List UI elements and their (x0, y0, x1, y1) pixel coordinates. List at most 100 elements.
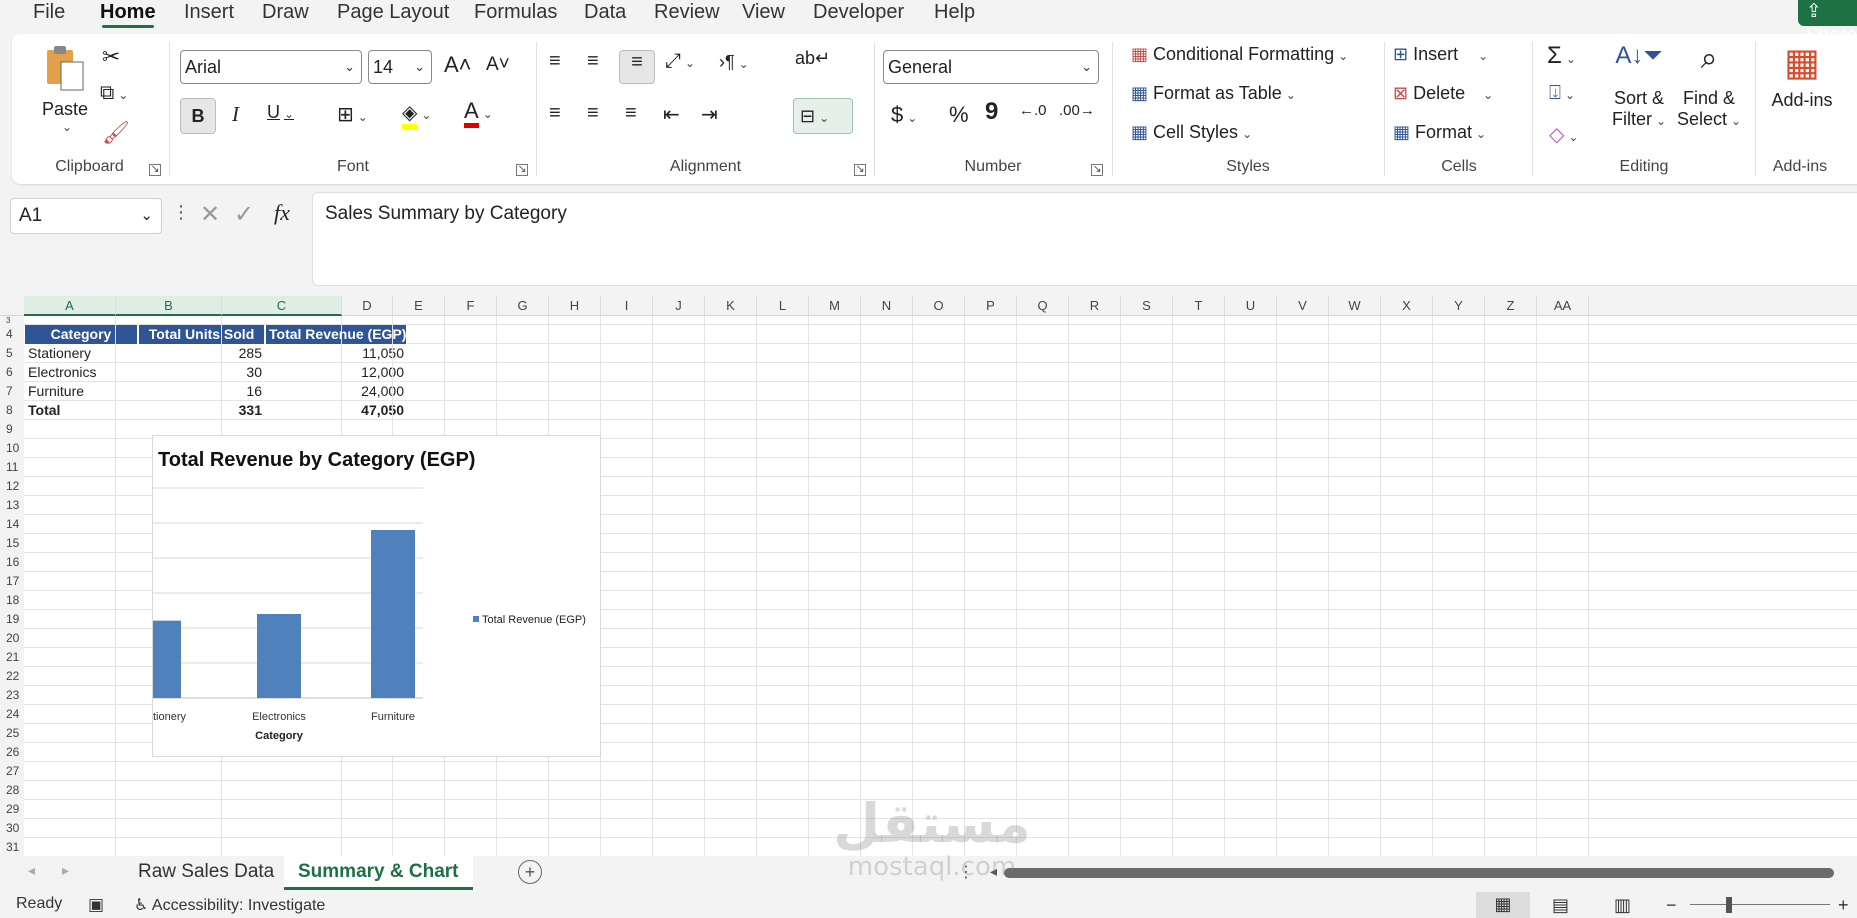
chart-bar-stationery[interactable] (153, 620, 181, 698)
font-color-button[interactable]: A ⌄ (464, 98, 493, 128)
merge-center-button[interactable]: ⊟ ⌄ (793, 98, 853, 134)
delete-cells-button[interactable]: ⊠ Delete ⌄ (1393, 83, 1493, 104)
clear-button[interactable]: ◇ ⌄ (1549, 122, 1578, 147)
column-header[interactable]: F (445, 296, 497, 316)
row-header[interactable]: 11 (0, 458, 24, 477)
row-header[interactable]: 3 (0, 316, 24, 325)
row-header[interactable]: 25 (0, 724, 24, 743)
align-bottom-button[interactable]: ≡ (619, 50, 655, 84)
menu-home[interactable]: Home (100, 0, 156, 28)
macro-record-icon[interactable]: ▣ (88, 895, 104, 915)
page-break-view-icon[interactable]: ▥ (1614, 895, 1631, 916)
table-header-units[interactable]: Total Units Sold (139, 325, 265, 344)
format-as-table-button[interactable]: ▦ Format as Table ⌄ (1131, 83, 1296, 104)
tab-splitter-icon[interactable]: ⋮ (958, 862, 974, 882)
row-header[interactable]: 21 (0, 648, 24, 667)
row-header[interactable]: 18 (0, 591, 24, 610)
table-cell[interactable]: 24,000 (266, 382, 407, 401)
zoom-slider[interactable] (1690, 904, 1830, 905)
row-header[interactable]: 7 (0, 382, 24, 401)
row-header[interactable]: 14 (0, 515, 24, 534)
row-header[interactable]: 4 (0, 325, 24, 344)
column-header[interactable]: J (653, 296, 705, 316)
fill-button[interactable]: ⍗ ⌄ (1549, 82, 1575, 105)
fill-color-button[interactable]: ◈ ⌄ (402, 100, 431, 129)
column-header[interactable]: X (1381, 296, 1433, 316)
borders-button[interactable]: ⊞ ⌄ (337, 102, 368, 127)
table-total-label[interactable]: Total (25, 401, 138, 420)
scrollbar-thumb[interactable] (1004, 868, 1834, 878)
column-header[interactable]: C (222, 296, 342, 316)
zoom-in-icon[interactable]: + (1838, 895, 1849, 916)
scroll-left-icon[interactable]: ◂ (990, 863, 997, 880)
row-header[interactable]: 28 (0, 781, 24, 800)
row-header[interactable]: 9 (0, 420, 24, 439)
table-total-revenue[interactable]: 47,050 (266, 401, 407, 420)
chart-bar-furniture[interactable] (371, 530, 415, 698)
table-cell[interactable]: 285 (139, 344, 265, 363)
page-layout-view-icon[interactable]: ▤ (1552, 895, 1569, 916)
column-header[interactable]: E (393, 296, 445, 316)
column-header[interactable]: Q (1017, 296, 1069, 316)
find-select-button[interactable]: ⌕ Find & Select ⌄ (1677, 42, 1741, 130)
cancel-icon[interactable]: ✕ (200, 200, 220, 229)
font-name-select[interactable]: Arial ⌄ (180, 50, 362, 84)
sheet-tab-raw-sales-data[interactable]: Raw Sales Data (124, 856, 288, 890)
decrease-indent-button[interactable]: ⇤ (663, 102, 680, 127)
table-cell[interactable]: Stationery (25, 344, 138, 363)
check-icon[interactable]: ✓ (234, 200, 254, 229)
column-header[interactable]: V (1277, 296, 1329, 316)
comma-style-button[interactable]: 9 (985, 98, 998, 126)
increase-decimal-button[interactable]: ←.0 (1019, 102, 1047, 119)
table-cell[interactable]: Electronics (25, 363, 138, 382)
menu-file[interactable]: File (33, 0, 65, 28)
normal-view-icon[interactable]: ▦ (1476, 892, 1530, 918)
align-center-button[interactable]: ≡ (587, 102, 599, 125)
italic-button[interactable]: I (232, 102, 239, 127)
column-header[interactable]: U (1225, 296, 1277, 316)
align-middle-button[interactable]: ≡ (587, 50, 599, 73)
row-header[interactable]: 27 (0, 762, 24, 781)
orientation-button[interactable]: ⤢ ⌄ (665, 50, 695, 73)
menu-page-layout[interactable]: Page Layout (337, 0, 449, 28)
table-cell[interactable]: 30 (139, 363, 265, 382)
currency-button[interactable]: $ ⌄ (891, 102, 917, 128)
row-header[interactable]: 13 (0, 496, 24, 515)
decrease-decimal-button[interactable]: .00→ (1059, 102, 1095, 119)
insert-function-icon[interactable]: fx (274, 200, 290, 226)
menu-insert[interactable]: Insert (184, 0, 234, 28)
column-header[interactable]: T (1173, 296, 1225, 316)
bold-button[interactable]: B (180, 98, 216, 134)
column-header[interactable]: H (549, 296, 601, 316)
column-header[interactable]: Z (1485, 296, 1537, 316)
scroll-tabs-right-icon[interactable]: ▸ (62, 862, 69, 879)
row-header[interactable]: 15 (0, 534, 24, 553)
table-header-revenue[interactable]: Total Revenue (EGP) (266, 325, 407, 344)
horizontal-scrollbar[interactable]: ◂ (990, 863, 1850, 880)
table-total-units[interactable]: 331 (139, 401, 265, 420)
formula-input[interactable]: Sales Summary by Category (312, 192, 1857, 286)
row-header[interactable]: 29 (0, 800, 24, 819)
format-painter-button[interactable]: 🖌 (102, 120, 130, 146)
row-header[interactable]: 5 (0, 344, 24, 363)
increase-font-size-button[interactable]: A˄ (444, 52, 472, 78)
row-header[interactable]: 12 (0, 477, 24, 496)
column-header[interactable]: I (601, 296, 653, 316)
increase-indent-button[interactable]: ⇥ (701, 102, 718, 127)
column-header[interactable]: N (861, 296, 913, 316)
row-header[interactable]: 23 (0, 686, 24, 705)
row-header[interactable]: 26 (0, 743, 24, 762)
row-header[interactable]: 17 (0, 572, 24, 591)
row-header[interactable]: 10 (0, 439, 24, 458)
menu-data[interactable]: Data (584, 0, 626, 28)
conditional-formatting-button[interactable]: ▦ Conditional Formatting ⌄ (1131, 44, 1348, 65)
number-format-select[interactable]: General ⌄ (883, 50, 1099, 84)
column-header[interactable]: A (24, 296, 116, 316)
row-header[interactable]: 22 (0, 667, 24, 686)
column-header[interactable]: P (965, 296, 1017, 316)
share-button[interactable]: ⇪ Share (1798, 0, 1857, 46)
align-top-button[interactable]: ≡ (549, 50, 561, 73)
percent-button[interactable]: % (949, 102, 969, 128)
decrease-font-size-button[interactable]: A˅ (486, 54, 510, 76)
clipboard-launcher-icon[interactable]: ↘ (149, 164, 161, 176)
